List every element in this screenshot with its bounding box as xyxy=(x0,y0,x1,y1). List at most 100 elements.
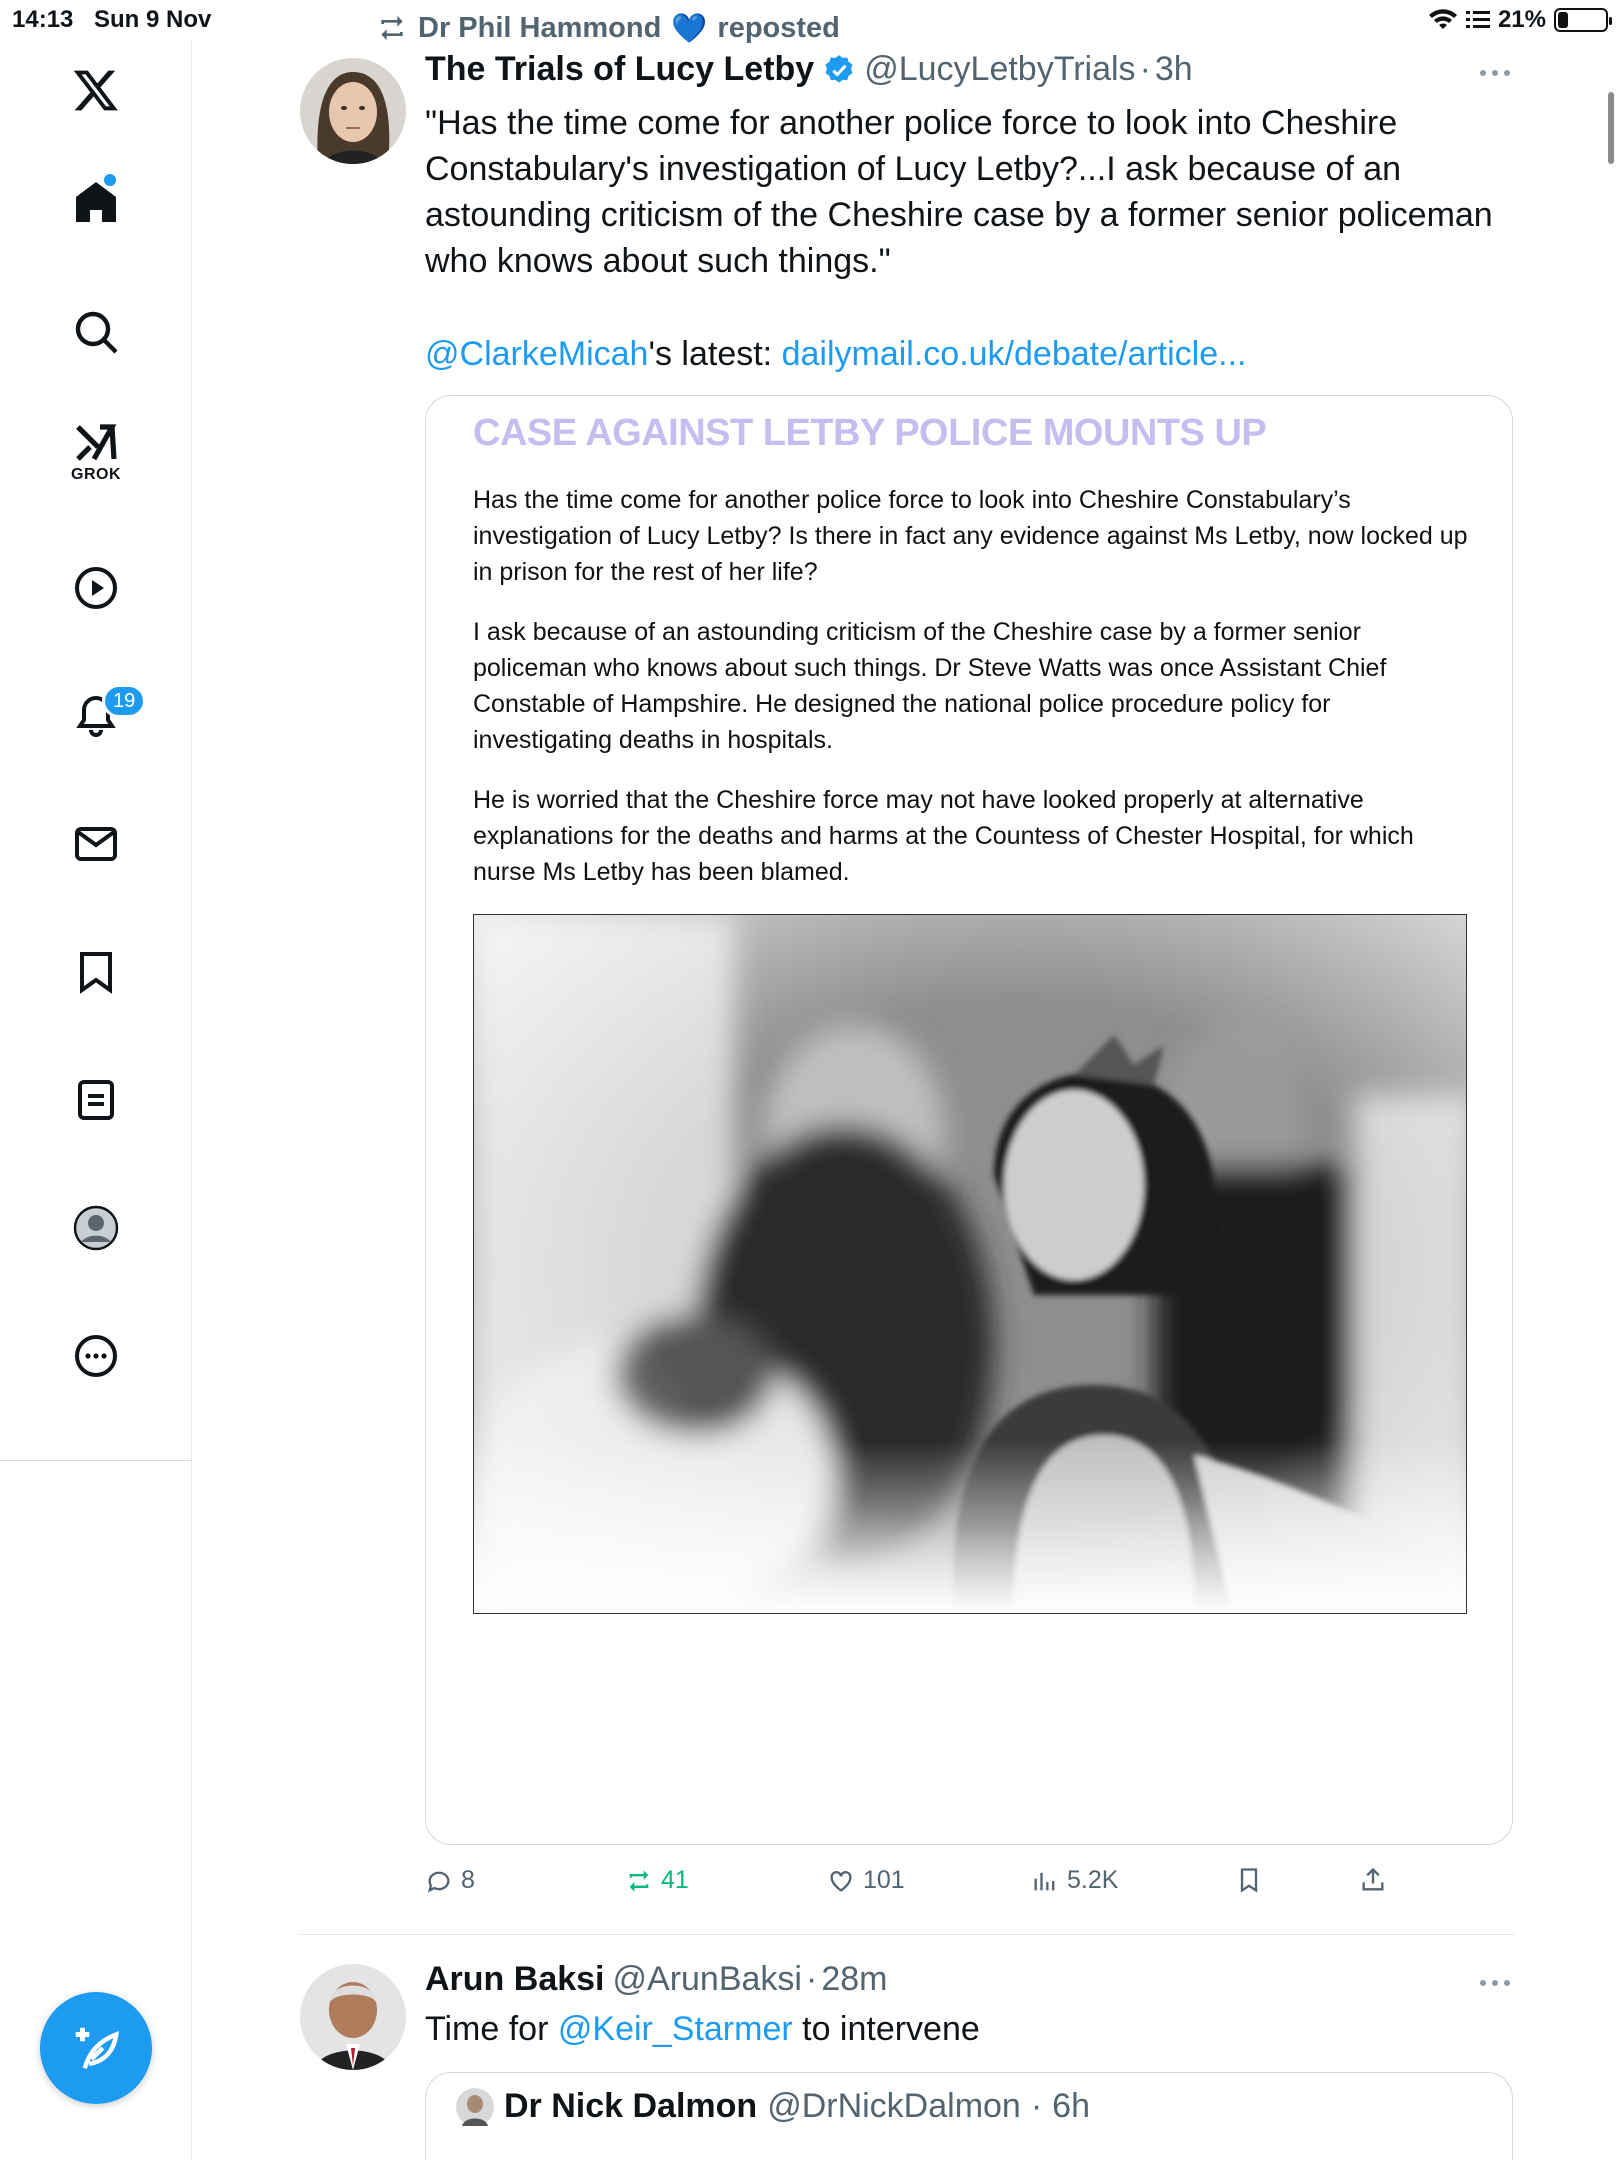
share-button[interactable] xyxy=(1359,1866,1387,1894)
home-unread-dot xyxy=(104,174,116,186)
reply-count: 8 xyxy=(461,1866,475,1894)
card-paragraph: Has the time come for another police for… xyxy=(473,486,1468,586)
card-paragraph: He is worried that the Cheshire force ma… xyxy=(473,786,1414,886)
views-button[interactable]: 5.2K xyxy=(1031,1866,1118,1895)
repost-by: Dr Phil Hammond xyxy=(418,11,662,44)
more-icon xyxy=(75,1335,117,1377)
like-button[interactable]: 101 xyxy=(827,1866,905,1895)
author-handle[interactable]: @LucyLetbyTrials xyxy=(864,50,1135,89)
mention-suffix: 's latest: xyxy=(648,335,782,373)
bookmarks-icon xyxy=(80,952,112,994)
compose-post-button[interactable] xyxy=(40,1992,152,2104)
quoted-age: 6h xyxy=(1052,2087,1090,2125)
repost-suffix: reposted xyxy=(717,11,840,44)
battery-fill xyxy=(1558,12,1568,28)
sidebar-item-more[interactable] xyxy=(56,1316,136,1396)
dot-separator: · xyxy=(1030,2087,1043,2125)
x-logo-button[interactable] xyxy=(56,50,136,130)
reply-author-avatar[interactable] xyxy=(300,1964,406,2070)
tweet-text: "Has the time come for another police fo… xyxy=(425,104,1493,280)
messages-icon xyxy=(75,827,117,861)
quoted-author-handle: @DrNickDalmon xyxy=(767,2087,1021,2125)
repost-context[interactable]: Dr Phil Hammond 💙 reposted xyxy=(376,8,840,48)
repost-emoji: 💙 xyxy=(671,10,708,45)
tweet-link-line: @ClarkeMicah's latest: dailymail.co.uk/d… xyxy=(425,331,1525,377)
quoted-tweet-card[interactable]: Dr Nick Dalmon @DrNickDalmon · 6h xyxy=(425,2072,1513,2160)
reply-more-button[interactable] xyxy=(1478,1964,1512,1998)
sidebar-item-bookmarks[interactable] xyxy=(56,932,136,1012)
reply-text-prefix: Time for xyxy=(425,2010,558,2048)
tweet-divider xyxy=(300,1934,1514,1935)
repost-count: 41 xyxy=(661,1866,689,1894)
like-count: 101 xyxy=(863,1866,905,1894)
sidebar-item-search[interactable] xyxy=(56,292,136,372)
bookmark-icon xyxy=(1240,1868,1258,1893)
reply-text-suffix: to intervene xyxy=(792,2010,980,2048)
dot-separator: · xyxy=(805,1960,818,1998)
status-time: 14:13 xyxy=(12,6,74,33)
article-card[interactable]: CASE AGAINST LETBY POLICE MOUNTS UP Has … xyxy=(425,395,1513,1845)
more-horizontal-icon xyxy=(1480,70,1510,76)
reply-mention-link[interactable]: @Keir_Starmer xyxy=(558,2010,793,2048)
quoted-author-avatar xyxy=(456,2087,494,2126)
mention-link[interactable]: @ClarkeMicah xyxy=(425,335,648,373)
status-date: Sun 9 Nov xyxy=(94,6,212,33)
lists-icon xyxy=(78,1080,114,1120)
reply-header: Arun Baksi @ArunBaksi · 28m xyxy=(425,1960,887,1999)
card-title: CASE AGAINST LETBY POLICE MOUNTS UP xyxy=(473,412,1267,454)
view-count: 5.2K xyxy=(1067,1866,1119,1894)
sidebar-item-home[interactable] xyxy=(56,162,136,242)
reply-author-handle[interactable]: @ArunBaksi xyxy=(613,1960,802,1999)
share-icon xyxy=(1362,1867,1384,1891)
grok-icon xyxy=(76,424,117,461)
repost-button[interactable]: 41 xyxy=(625,1866,689,1895)
analytics-icon xyxy=(1034,1872,1055,1890)
author-avatar-image xyxy=(300,58,406,164)
notifications-badge: 19 xyxy=(102,684,147,718)
tweet-actions: 8 41 101 5.2K xyxy=(425,1866,1525,1906)
sidebar-divider xyxy=(0,1460,192,1461)
wifi-icon xyxy=(1428,9,1457,29)
reply-age[interactable]: 28m xyxy=(821,1960,887,1999)
sidebar-item-lists[interactable] xyxy=(56,1060,136,1140)
sidebar-item-grok[interactable]: GROK xyxy=(56,410,136,490)
sidebar-item-notifications[interactable]: 19 xyxy=(56,676,147,756)
more-horizontal-icon xyxy=(1480,1980,1510,1986)
bookmark-button[interactable] xyxy=(1235,1866,1263,1894)
author-name[interactable]: The Trials of Lucy Letby xyxy=(425,50,814,89)
repost-icon xyxy=(629,1870,649,1891)
sidebar-item-video[interactable] xyxy=(56,548,136,628)
sidebar-item-profile[interactable] xyxy=(56,1188,136,1268)
card-paragraph: I ask because of an astounding criticism… xyxy=(473,618,1387,754)
card-photo-image xyxy=(474,915,1466,1613)
compose-icon xyxy=(75,2027,120,2069)
author-avatar[interactable] xyxy=(300,58,406,164)
sidebar-item-messages[interactable] xyxy=(56,804,136,884)
reply-icon xyxy=(427,1871,450,1893)
verified-badge-icon xyxy=(825,54,853,83)
quoted-author-name: Dr Nick Dalmon xyxy=(504,2087,758,2125)
reply-author-name[interactable]: Arun Baksi xyxy=(425,1960,605,1999)
scroll-indicator[interactable] xyxy=(1608,92,1614,164)
tweet-more-button[interactable] xyxy=(1478,54,1512,88)
battery-icon xyxy=(1554,8,1612,32)
heart-icon xyxy=(830,1870,852,1892)
focus-list-icon xyxy=(1465,11,1490,28)
search-icon xyxy=(75,311,118,354)
repost-icon xyxy=(381,16,403,40)
tweet-header: The Trials of Lucy Letby @LucyLetbyTrial… xyxy=(425,50,1193,89)
tweet-age[interactable]: 3h xyxy=(1155,50,1193,89)
battery-percent: 21% xyxy=(1497,6,1546,33)
reply-text: Time for @Keir_Starmer to intervene xyxy=(425,2006,1525,2052)
quoted-tweet-header: Dr Nick Dalmon @DrNickDalmon · 6h xyxy=(456,2087,1090,2126)
dot-separator: · xyxy=(1139,50,1151,88)
card-photo xyxy=(473,914,1467,1614)
reply-button[interactable]: 8 xyxy=(425,1866,475,1895)
reply-avatar-image xyxy=(300,1964,406,2070)
grok-label: GROK xyxy=(71,466,121,483)
sidebar: GROK 19 xyxy=(0,40,192,2160)
article-link[interactable]: dailymail.co.uk/debate/article... xyxy=(782,335,1247,373)
status-right: 21% xyxy=(1428,6,1612,34)
x-logo-icon xyxy=(73,70,118,111)
video-icon xyxy=(75,567,117,609)
